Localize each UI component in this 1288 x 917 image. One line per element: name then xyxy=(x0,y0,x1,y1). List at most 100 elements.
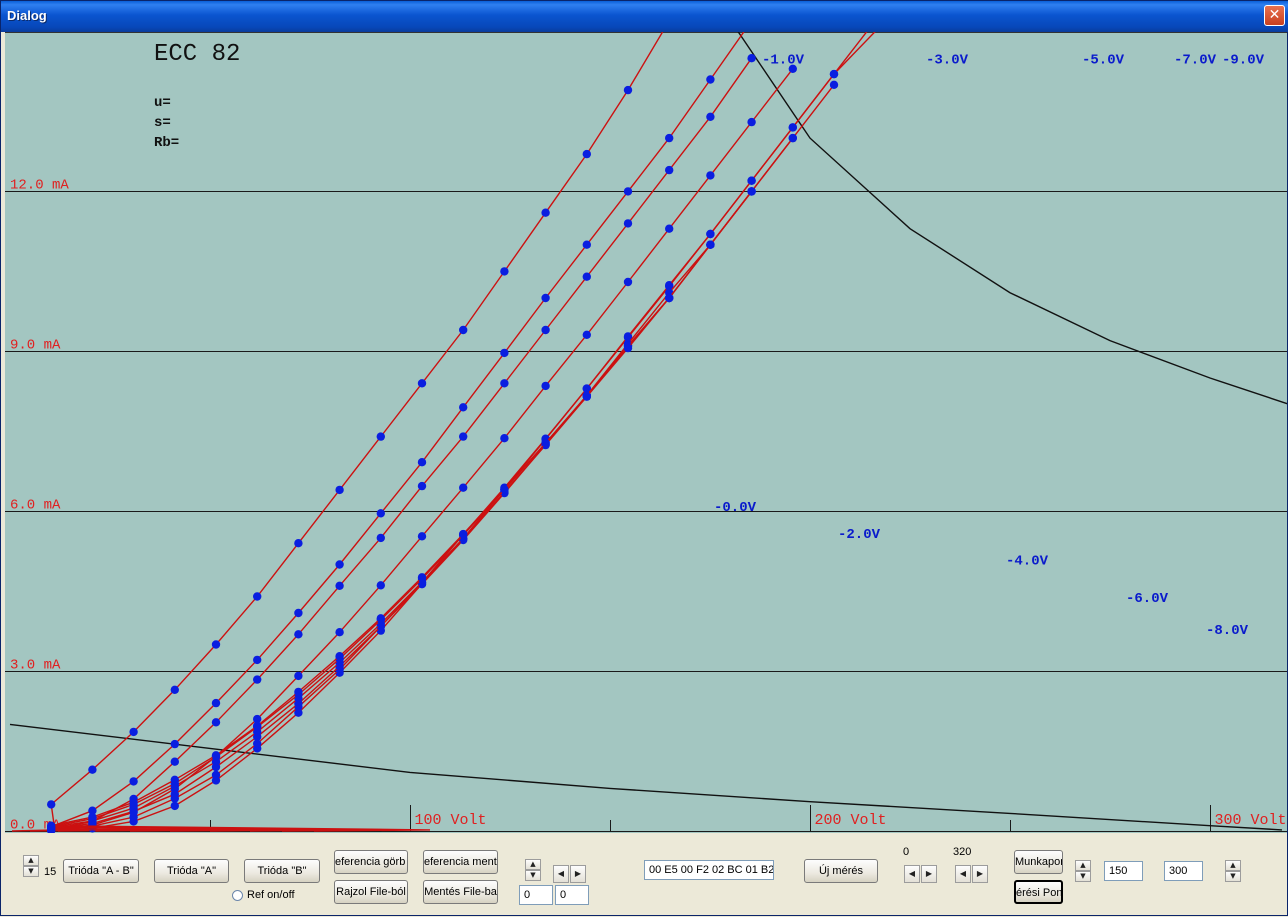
data-point xyxy=(170,685,179,694)
param-label: u= xyxy=(154,95,171,111)
series-label: -3.0V xyxy=(926,53,969,69)
data-point xyxy=(211,718,221,727)
data-point xyxy=(706,229,715,239)
value-300-field[interactable]: 300 xyxy=(1164,861,1203,881)
spin-up-icon[interactable]: ▲ xyxy=(1225,860,1241,871)
spin-down-icon[interactable]: ▼ xyxy=(23,866,39,877)
data-point xyxy=(294,630,303,639)
offset-left-field[interactable]: 0 xyxy=(519,885,553,905)
param-label: Rb= xyxy=(154,135,179,151)
data-point xyxy=(170,775,179,784)
data-point xyxy=(335,628,344,637)
data-point xyxy=(376,509,385,518)
ref-toggle-radio[interactable] xyxy=(232,890,243,901)
spin-down-icon[interactable]: ▼ xyxy=(525,870,541,881)
anode-characteristic-chart: 0.0 mA3.0 mA6.0 mA9.0 mA12.0 mA100 Volt 2… xyxy=(5,32,1287,833)
data-point xyxy=(541,293,550,303)
data-point xyxy=(623,219,633,228)
data-point xyxy=(500,379,509,388)
data-point xyxy=(294,687,303,697)
spin-down-icon[interactable]: ▼ xyxy=(1225,871,1241,882)
data-point xyxy=(211,770,221,780)
referencia-mentes-button[interactable]: eferencia ment xyxy=(423,850,498,874)
data-point xyxy=(500,434,509,443)
mentes-file-button[interactable]: Mentés File-ba xyxy=(423,880,498,904)
data-point xyxy=(582,330,591,339)
data-point xyxy=(47,821,56,830)
range-max-left-icon[interactable]: ◀ xyxy=(955,865,971,883)
data-point xyxy=(623,187,633,196)
data-point xyxy=(582,392,591,401)
data-point xyxy=(47,800,56,809)
meresi-pont-button[interactable]: érési Pont xyxy=(1014,880,1063,904)
spin-down-icon[interactable]: ▼ xyxy=(1075,871,1091,882)
data-point xyxy=(335,560,344,569)
arrow-left-icon[interactable]: ◀ xyxy=(553,865,569,883)
data-point xyxy=(335,485,344,495)
title-bar[interactable]: Dialog ✕ xyxy=(1,1,1288,32)
range-min-left-icon[interactable]: ◀ xyxy=(904,865,920,883)
data-point xyxy=(170,739,179,749)
range-min-right-icon[interactable]: ▶ xyxy=(921,865,937,883)
data-point xyxy=(706,112,715,122)
data-point xyxy=(129,798,138,807)
value-150-field[interactable]: 150 xyxy=(1104,861,1143,881)
series-label: -6.0V xyxy=(1126,591,1169,607)
spin-up-icon[interactable]: ▲ xyxy=(525,859,541,870)
spin-up-icon[interactable]: ▲ xyxy=(23,855,39,866)
data-point xyxy=(129,727,138,737)
data-point xyxy=(623,277,633,287)
y-tick-label: 9.0 mA xyxy=(10,338,61,354)
trioda-b-button[interactable]: Trióda "B" xyxy=(244,859,320,883)
offset-right-field[interactable]: 0 xyxy=(555,885,589,905)
data-point xyxy=(211,698,221,708)
referencia-gorbe-button[interactable]: eferencia görb xyxy=(334,850,408,874)
data-point xyxy=(294,608,303,618)
data-point xyxy=(88,812,97,822)
munkapont-button[interactable]: Munkapon xyxy=(1014,850,1063,874)
data-point xyxy=(747,54,756,63)
data-point xyxy=(459,403,468,412)
rajzol-file-button[interactable]: Rajzol File-ból xyxy=(334,880,408,904)
offset-spinner[interactable]: ▲ ▼ xyxy=(525,859,541,881)
data-point xyxy=(459,529,468,539)
data-point xyxy=(253,675,262,684)
arrow-right-icon[interactable]: ▶ xyxy=(570,865,586,883)
y-tick-label: 6.0 mA xyxy=(10,498,61,514)
data-point xyxy=(253,655,262,665)
data-point xyxy=(253,721,262,731)
plot-background xyxy=(5,32,1287,833)
range-max-label: 320 xyxy=(953,846,972,858)
value-150-spinner[interactable]: ▲ ▼ xyxy=(1075,860,1091,882)
x-tick-label: 200 Volt xyxy=(815,812,887,829)
series-label: -4.0V xyxy=(1006,554,1049,570)
count-spinner[interactable]: ▲ ▼ xyxy=(23,855,39,877)
hex-data-field[interactable]: 00 E5 00 F2 02 BC 01 B2 xyxy=(644,860,774,880)
trioda-ab-button[interactable]: Trióda "A - B" xyxy=(63,859,139,883)
param-label: s= xyxy=(154,115,171,131)
data-point xyxy=(665,165,674,175)
close-icon[interactable]: ✕ xyxy=(1264,5,1285,26)
value-300-spinner[interactable]: ▲ ▼ xyxy=(1225,860,1241,882)
uj-meres-button[interactable]: Új mérés xyxy=(804,859,878,883)
data-point xyxy=(747,176,756,185)
control-panel: ▲ ▼ 15 Trióda "A - B" Trióda "A" Trióda … xyxy=(1,833,1288,917)
series-label: -7.0V xyxy=(1174,53,1217,69)
range-max-right-icon[interactable]: ▶ xyxy=(972,865,988,883)
data-point xyxy=(582,149,591,159)
data-point xyxy=(829,80,839,89)
trioda-a-button[interactable]: Trióda "A" xyxy=(154,859,229,883)
data-point xyxy=(706,75,715,84)
data-point xyxy=(417,573,427,582)
data-point xyxy=(582,272,591,281)
data-point xyxy=(706,240,715,249)
data-point xyxy=(788,64,797,73)
data-point xyxy=(541,381,550,391)
data-point xyxy=(706,171,715,180)
series-label: -8.0V xyxy=(1206,623,1249,639)
data-point xyxy=(747,117,756,127)
data-point xyxy=(541,208,550,217)
data-point xyxy=(665,133,674,143)
spin-up-icon[interactable]: ▲ xyxy=(1075,860,1091,871)
count-value: 15 xyxy=(44,866,57,878)
